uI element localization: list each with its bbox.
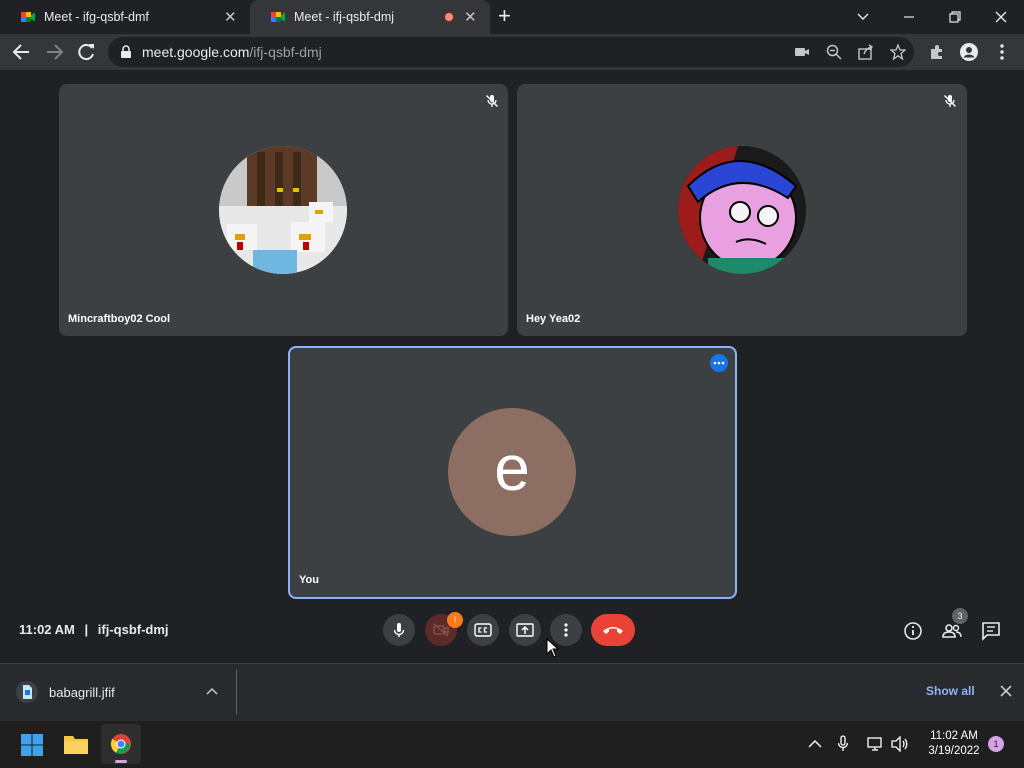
- recording-indicator-icon: [443, 11, 455, 23]
- camera-off-icon: [433, 623, 449, 637]
- close-icon[interactable]: [1000, 685, 1012, 697]
- call-end-icon: [603, 627, 623, 634]
- self-tile[interactable]: e You: [288, 346, 737, 599]
- minimize-button[interactable]: [894, 6, 924, 28]
- chrome-taskbar-button[interactable]: [101, 724, 141, 764]
- active-app-indicator: [115, 760, 127, 763]
- volume-icon[interactable]: [891, 736, 909, 752]
- mic-icon: [393, 623, 405, 637]
- present-to-all-icon: [516, 623, 534, 637]
- notification-badge[interactable]: 1: [988, 736, 1004, 752]
- clock-time: 11:02 AM: [930, 730, 978, 742]
- tab-title: Meet - ifj-qsbf-dmj: [294, 10, 395, 24]
- meeting-separator: |: [84, 622, 89, 637]
- cartoon-avatar-image: [678, 146, 806, 274]
- meeting-details: 11:02 AM | ifj-qsbf-dmj: [19, 622, 169, 637]
- download-divider: [236, 670, 237, 714]
- meet-favicon-icon: [21, 12, 35, 22]
- restore-button[interactable]: [940, 6, 970, 28]
- tab-title: Meet - ifg-qsbf-dmf: [44, 10, 149, 24]
- chrome-icon: [110, 734, 131, 754]
- minimize-icon: [904, 16, 914, 18]
- mouse-cursor-icon: [546, 638, 560, 658]
- chevron-up-icon[interactable]: [206, 686, 218, 696]
- windows-start-icon[interactable]: [20, 733, 44, 757]
- downloads-bar: [0, 663, 1024, 720]
- reload-icon[interactable]: [76, 42, 98, 62]
- zoom-out-icon[interactable]: [826, 44, 842, 60]
- lock-icon[interactable]: [120, 45, 132, 59]
- microphone-button[interactable]: [383, 614, 415, 646]
- meeting-info-icon[interactable]: [902, 620, 924, 642]
- tab-close-icon[interactable]: ✕: [224, 8, 237, 26]
- participant-tile[interactable]: Hey Yea02: [517, 84, 967, 336]
- address-bar[interactable]: meet.google.com/ifj-qsbf-dmj: [108, 37, 914, 67]
- meeting-code: ifj-qsbf-dmj: [97, 622, 169, 637]
- chevron-up-icon[interactable]: [808, 738, 822, 750]
- close-icon: [995, 11, 1007, 23]
- chevron-down-icon: [857, 13, 869, 20]
- show-all-downloads-link[interactable]: Show all: [926, 684, 975, 698]
- close-window-button[interactable]: [986, 6, 1016, 28]
- url-text[interactable]: meet.google.com/ifj-qsbf-dmj: [142, 44, 322, 60]
- tab-search-button[interactable]: [848, 6, 878, 28]
- tab-close-icon[interactable]: ✕: [464, 8, 477, 26]
- people-count-badge: 3: [952, 608, 968, 624]
- captions-button[interactable]: [467, 614, 499, 646]
- minecraft-avatar-image: [219, 146, 347, 274]
- leave-call-button[interactable]: [591, 614, 635, 646]
- participant-name: Hey Yea02: [526, 313, 581, 325]
- closed-captions-icon: [474, 623, 492, 637]
- mic-off-icon: [486, 95, 498, 107]
- tab-meet-active[interactable]: Meet - ifj-qsbf-dmj ✕: [250, 0, 490, 34]
- self-avatar: e: [448, 408, 576, 536]
- share-icon[interactable]: [858, 44, 874, 60]
- profile-icon[interactable]: [960, 43, 978, 61]
- tile-more-options-button[interactable]: [710, 354, 728, 372]
- avatar-initial: e: [494, 432, 530, 504]
- participant-avatar: [219, 146, 347, 274]
- restore-icon: [949, 11, 961, 23]
- camera-alert-badge: !: [447, 612, 463, 628]
- present-screen-button[interactable]: [509, 614, 541, 646]
- mic-off-icon: [944, 95, 956, 107]
- tab-meet-inactive[interactable]: Meet - ifg-qsbf-dmf ✕: [0, 0, 248, 34]
- file-explorer-icon[interactable]: [63, 733, 89, 755]
- participant-tile[interactable]: Mincraftboy02 Cool: [59, 84, 508, 336]
- file-icon: [16, 681, 38, 703]
- system-clock[interactable]: 11:02 AM 3/19/2022: [918, 729, 990, 759]
- more-vert-icon[interactable]: [995, 43, 1009, 61]
- mic-icon[interactable]: [836, 735, 850, 753]
- extensions-icon[interactable]: [928, 43, 946, 61]
- download-file-name[interactable]: babagrill.jfif: [49, 685, 115, 700]
- clock-date: 3/19/2022: [928, 745, 980, 757]
- forward-arrow-icon[interactable]: [43, 42, 65, 62]
- participant-name: Mincraftboy02 Cool: [68, 313, 171, 325]
- more-vert-icon: [564, 623, 568, 637]
- participant-name: You: [299, 574, 319, 586]
- bookmark-star-icon[interactable]: [890, 44, 906, 60]
- network-icon[interactable]: [866, 736, 884, 752]
- new-tab-button[interactable]: +: [498, 4, 511, 28]
- back-arrow-icon[interactable]: [11, 42, 33, 62]
- browser-toolbar: meet.google.com/ifj-qsbf-dmj: [0, 34, 1024, 70]
- meet-favicon-icon: [271, 12, 285, 22]
- more-horiz-icon: [713, 361, 725, 365]
- meeting-time: 11:02 AM: [19, 622, 75, 637]
- participant-avatar: [678, 146, 806, 274]
- chat-icon[interactable]: [980, 620, 1002, 642]
- camera-in-use-icon[interactable]: [794, 44, 810, 60]
